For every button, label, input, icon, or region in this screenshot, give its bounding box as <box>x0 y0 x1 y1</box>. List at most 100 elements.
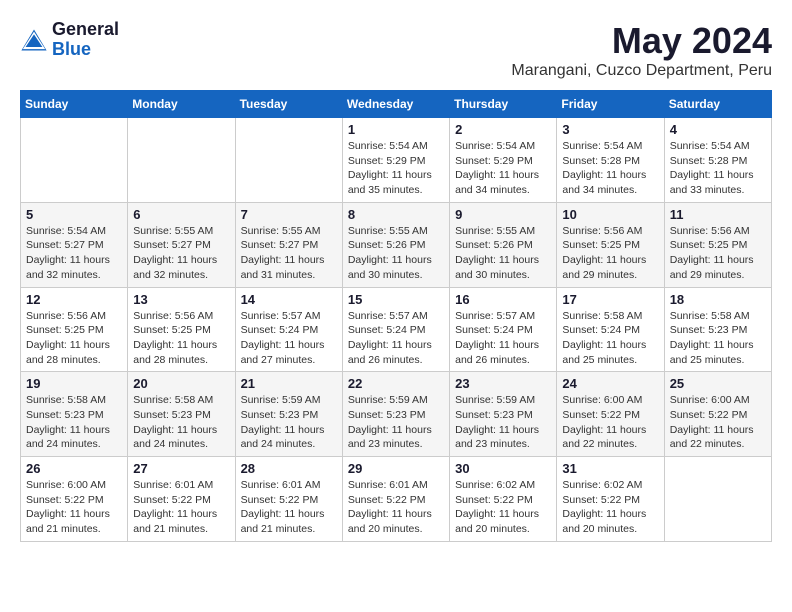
day-info: Sunrise: 5:57 AM Sunset: 5:24 PM Dayligh… <box>348 309 444 368</box>
day-info: Sunrise: 6:00 AM Sunset: 5:22 PM Dayligh… <box>26 478 122 537</box>
day-number: 8 <box>348 207 444 222</box>
day-number: 3 <box>562 122 658 137</box>
calendar-cell: 21 Sunrise: 5:59 AM Sunset: 5:23 PM Dayli… <box>235 372 342 457</box>
calendar-cell: 17Sunrise: 5:58 AM Sunset: 5:24 PM Dayli… <box>557 287 664 372</box>
day-info: Sunrise: 5:55 AM Sunset: 5:26 PM Dayligh… <box>348 224 444 283</box>
day-number: 27 <box>133 461 229 476</box>
day-info: Sunrise: 5:54 AM Sunset: 5:27 PM Dayligh… <box>26 224 122 283</box>
calendar-cell: 3 Sunrise: 5:54 AM Sunset: 5:28 PM Daylig… <box>557 118 664 203</box>
day-info: Sunrise: 6:01 AM Sunset: 5:22 PM Dayligh… <box>241 478 337 537</box>
day-number: 31 <box>562 461 658 476</box>
day-info: Sunrise: 6:02 AM Sunset: 5:22 PM Dayligh… <box>562 478 658 537</box>
day-number: 21 <box>241 376 337 391</box>
day-info: Sunrise: 5:58 AM Sunset: 5:23 PM Dayligh… <box>26 393 122 452</box>
day-number: 12 <box>26 292 122 307</box>
day-info: Sunrise: 6:00 AM Sunset: 5:22 PM Dayligh… <box>670 393 766 452</box>
calendar-cell <box>235 118 342 203</box>
logo-icon <box>20 26 48 54</box>
calendar-cell: 30Sunrise: 6:02 AM Sunset: 5:22 PM Dayli… <box>450 457 557 542</box>
calendar-cell: 2Sunrise: 5:54 AM Sunset: 5:29 PM Daylig… <box>450 118 557 203</box>
day-number: 20 <box>133 376 229 391</box>
day-number: 26 <box>26 461 122 476</box>
day-number: 14 <box>241 292 337 307</box>
day-info: Sunrise: 5:54 AM Sunset: 5:28 PM Dayligh… <box>562 139 658 198</box>
calendar-week-row: 12 Sunrise: 5:56 AM Sunset: 5:25 PM Dayli… <box>21 287 772 372</box>
day-info: Sunrise: 5:55 AM Sunset: 5:26 PM Dayligh… <box>455 224 551 283</box>
day-number: 1 <box>348 122 444 137</box>
calendar-cell: 27 Sunrise: 6:01 AM Sunset: 5:22 PM Dayli… <box>128 457 235 542</box>
day-info: Sunrise: 5:54 AM Sunset: 5:29 PM Dayligh… <box>455 139 551 198</box>
calendar-week-row: 26 Sunrise: 6:00 AM Sunset: 5:22 PM Dayli… <box>21 457 772 542</box>
calendar-cell: 18 Sunrise: 5:58 AM Sunset: 5:23 PM Dayli… <box>664 287 771 372</box>
calendar-cell: 22Sunrise: 5:59 AM Sunset: 5:23 PM Dayli… <box>342 372 449 457</box>
calendar-header-friday: Friday <box>557 91 664 118</box>
calendar-header-row: SundayMondayTuesdayWednesdayThursdayFrid… <box>21 91 772 118</box>
logo-general-text: General <box>52 20 119 40</box>
day-info: Sunrise: 5:59 AM Sunset: 5:23 PM Dayligh… <box>455 393 551 452</box>
day-info: Sunrise: 5:54 AM Sunset: 5:29 PM Dayligh… <box>348 139 444 198</box>
day-number: 24 <box>562 376 658 391</box>
location-title: Marangani, Cuzco Department, Peru <box>511 62 772 80</box>
calendar-cell <box>21 118 128 203</box>
day-info: Sunrise: 5:59 AM Sunset: 5:23 PM Dayligh… <box>241 393 337 452</box>
logo-text: General Blue <box>52 20 119 60</box>
calendar-cell: 15 Sunrise: 5:57 AM Sunset: 5:24 PM Dayli… <box>342 287 449 372</box>
day-number: 23 <box>455 376 551 391</box>
calendar-header-saturday: Saturday <box>664 91 771 118</box>
calendar-week-row: 19 Sunrise: 5:58 AM Sunset: 5:23 PM Dayli… <box>21 372 772 457</box>
calendar-cell <box>128 118 235 203</box>
calendar-header-tuesday: Tuesday <box>235 91 342 118</box>
day-number: 9 <box>455 207 551 222</box>
day-number: 15 <box>348 292 444 307</box>
day-number: 19 <box>26 376 122 391</box>
calendar-header-thursday: Thursday <box>450 91 557 118</box>
logo-blue-text: Blue <box>52 40 119 60</box>
day-number: 28 <box>241 461 337 476</box>
title-block: May 2024 Marangani, Cuzco Department, Pe… <box>511 20 772 80</box>
day-info: Sunrise: 5:58 AM Sunset: 5:24 PM Dayligh… <box>562 309 658 368</box>
day-number: 29 <box>348 461 444 476</box>
day-info: Sunrise: 5:58 AM Sunset: 5:23 PM Dayligh… <box>133 393 229 452</box>
calendar-cell: 24 Sunrise: 6:00 AM Sunset: 5:22 PM Dayli… <box>557 372 664 457</box>
day-info: Sunrise: 6:02 AM Sunset: 5:22 PM Dayligh… <box>455 478 551 537</box>
day-info: Sunrise: 5:56 AM Sunset: 5:25 PM Dayligh… <box>133 309 229 368</box>
day-number: 4 <box>670 122 766 137</box>
calendar-cell: 9 Sunrise: 5:55 AM Sunset: 5:26 PM Daylig… <box>450 202 557 287</box>
day-info: Sunrise: 6:01 AM Sunset: 5:22 PM Dayligh… <box>348 478 444 537</box>
day-number: 6 <box>133 207 229 222</box>
calendar-cell: 11Sunrise: 5:56 AM Sunset: 5:25 PM Dayli… <box>664 202 771 287</box>
calendar-cell: 16Sunrise: 5:57 AM Sunset: 5:24 PM Dayli… <box>450 287 557 372</box>
day-number: 13 <box>133 292 229 307</box>
calendar-cell: 31 Sunrise: 6:02 AM Sunset: 5:22 PM Dayli… <box>557 457 664 542</box>
day-number: 18 <box>670 292 766 307</box>
calendar-cell: 10 Sunrise: 5:56 AM Sunset: 5:25 PM Dayli… <box>557 202 664 287</box>
day-info: Sunrise: 5:58 AM Sunset: 5:23 PM Dayligh… <box>670 309 766 368</box>
calendar-cell: 29 Sunrise: 6:01 AM Sunset: 5:22 PM Dayli… <box>342 457 449 542</box>
calendar-cell: 14Sunrise: 5:57 AM Sunset: 5:24 PM Dayli… <box>235 287 342 372</box>
calendar-cell: 19 Sunrise: 5:58 AM Sunset: 5:23 PM Dayli… <box>21 372 128 457</box>
day-info: Sunrise: 5:55 AM Sunset: 5:27 PM Dayligh… <box>133 224 229 283</box>
calendar-cell: 28 Sunrise: 6:01 AM Sunset: 5:22 PM Dayli… <box>235 457 342 542</box>
calendar-cell: 4 Sunrise: 5:54 AM Sunset: 5:28 PM Daylig… <box>664 118 771 203</box>
day-info: Sunrise: 5:56 AM Sunset: 5:25 PM Dayligh… <box>670 224 766 283</box>
day-info: Sunrise: 5:54 AM Sunset: 5:28 PM Dayligh… <box>670 139 766 198</box>
calendar-cell: 5 Sunrise: 5:54 AM Sunset: 5:27 PM Daylig… <box>21 202 128 287</box>
calendar-week-row: 5 Sunrise: 5:54 AM Sunset: 5:27 PM Daylig… <box>21 202 772 287</box>
calendar-cell: 6 Sunrise: 5:55 AM Sunset: 5:27 PM Daylig… <box>128 202 235 287</box>
calendar-cell: 25 Sunrise: 6:00 AM Sunset: 5:22 PM Dayli… <box>664 372 771 457</box>
page-header: General Blue May 2024 Marangani, Cuzco D… <box>20 20 772 80</box>
calendar-table: SundayMondayTuesdayWednesdayThursdayFrid… <box>20 90 772 542</box>
day-info: Sunrise: 5:59 AM Sunset: 5:23 PM Dayligh… <box>348 393 444 452</box>
calendar-cell: 1 Sunrise: 5:54 AM Sunset: 5:29 PM Daylig… <box>342 118 449 203</box>
calendar-cell: 8 Sunrise: 5:55 AM Sunset: 5:26 PM Daylig… <box>342 202 449 287</box>
calendar-cell: 23 Sunrise: 5:59 AM Sunset: 5:23 PM Dayli… <box>450 372 557 457</box>
day-number: 25 <box>670 376 766 391</box>
day-info: Sunrise: 5:56 AM Sunset: 5:25 PM Dayligh… <box>562 224 658 283</box>
day-number: 5 <box>26 207 122 222</box>
calendar-header-sunday: Sunday <box>21 91 128 118</box>
day-info: Sunrise: 6:00 AM Sunset: 5:22 PM Dayligh… <box>562 393 658 452</box>
day-number: 10 <box>562 207 658 222</box>
day-info: Sunrise: 6:01 AM Sunset: 5:22 PM Dayligh… <box>133 478 229 537</box>
calendar-cell: 20 Sunrise: 5:58 AM Sunset: 5:23 PM Dayli… <box>128 372 235 457</box>
logo: General Blue <box>20 20 119 60</box>
